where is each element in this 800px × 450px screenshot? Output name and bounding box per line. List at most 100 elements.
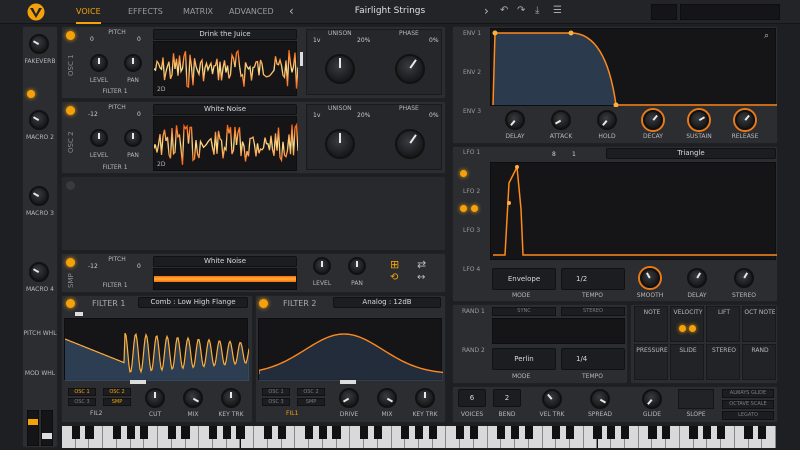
tab-effects[interactable]: EFFECTS bbox=[128, 7, 163, 16]
filter2-mix-knob[interactable] bbox=[377, 388, 397, 408]
filter2-src-osc3[interactable]: OSC 3 bbox=[262, 398, 290, 406]
loop-icon[interactable]: ⟲ bbox=[390, 272, 398, 283]
piano-black-key[interactable] bbox=[620, 426, 630, 439]
env-tab-2[interactable]: ENV 2 bbox=[463, 69, 481, 76]
spread-knob[interactable] bbox=[590, 389, 610, 409]
env-sustain-knob[interactable] bbox=[689, 110, 709, 130]
osc1-unison-knob[interactable] bbox=[325, 54, 355, 84]
redo-icon[interactable]: ↷ bbox=[517, 5, 525, 16]
filter2-cutoff-slider[interactable] bbox=[340, 380, 356, 384]
piano-black-key[interactable] bbox=[716, 426, 726, 439]
piano-black-key[interactable] bbox=[607, 426, 616, 439]
lfo-sync-a[interactable]: 8 bbox=[552, 151, 556, 158]
smp-pitch-octave[interactable]: -12 bbox=[88, 263, 98, 270]
filter1-cutoff-knob[interactable] bbox=[145, 388, 165, 408]
env-tab-1[interactable]: ENV 1 bbox=[463, 30, 481, 37]
piano-black-key[interactable] bbox=[181, 426, 190, 439]
smp-power-toggle[interactable] bbox=[66, 258, 75, 267]
env-hold-knob[interactable] bbox=[597, 110, 617, 130]
filter1-src-smp[interactable]: SMP bbox=[103, 398, 131, 406]
filter1-cutoff-slider[interactable] bbox=[130, 380, 146, 384]
rand-tempo-selector[interactable]: 1/4 bbox=[561, 348, 625, 370]
legato-toggle[interactable]: LEGATO bbox=[722, 411, 774, 420]
lfo-sync-b[interactable]: 1 bbox=[572, 151, 576, 158]
modsrc-lift[interactable]: LIFT bbox=[706, 306, 740, 342]
osc1-mode-label[interactable]: 2D bbox=[157, 86, 165, 93]
osc2-unison-pct[interactable]: 20% bbox=[357, 112, 370, 119]
filter2-src-smp[interactable]: SMP bbox=[297, 398, 325, 406]
osc2-phase-knob[interactable] bbox=[395, 129, 425, 159]
smp-pitch-semitone[interactable]: 0 bbox=[137, 263, 141, 270]
macro-6-label[interactable]: MOD WHL bbox=[22, 370, 58, 377]
modsrc-oct-note[interactable]: OCT NOTE bbox=[742, 306, 776, 342]
piano-black-key[interactable] bbox=[140, 426, 149, 439]
osc1-phase-knob[interactable] bbox=[395, 54, 425, 84]
piano-black-key[interactable] bbox=[552, 426, 561, 439]
piano-black-key[interactable] bbox=[401, 426, 410, 439]
modsrc-note[interactable]: NOTE bbox=[634, 306, 668, 342]
env-zoom-icon[interactable]: ⌕ bbox=[764, 31, 769, 41]
smp-filter-route[interactable]: FILTER 1 bbox=[95, 282, 135, 289]
filter1-blend-slider[interactable] bbox=[75, 312, 83, 316]
piano-black-key[interactable] bbox=[305, 426, 314, 439]
osc2-wave-selector[interactable]: White Noise bbox=[153, 104, 297, 115]
osc2-phase-pct[interactable]: 0% bbox=[429, 112, 439, 119]
vital-logo-icon[interactable] bbox=[26, 3, 46, 21]
filter1-src-osc3[interactable]: OSC 3 bbox=[68, 398, 96, 406]
piano-black-key[interactable] bbox=[428, 426, 437, 439]
modsrc-stereo[interactable]: STEREO bbox=[706, 344, 740, 380]
osc2-unison-knob[interactable] bbox=[325, 129, 355, 159]
filter2-src-osc2[interactable]: OSC 2 bbox=[297, 388, 325, 396]
macro-2-knob[interactable] bbox=[29, 110, 49, 130]
pitch-wheel[interactable] bbox=[27, 410, 39, 446]
env-attack-knob[interactable] bbox=[551, 110, 571, 130]
macro-1-label[interactable]: FAKEVERB bbox=[22, 58, 58, 65]
piano-black-key[interactable] bbox=[126, 426, 135, 439]
keytrack-icon[interactable]: ⊞ bbox=[390, 258, 399, 271]
tab-matrix[interactable]: MATRIX bbox=[183, 7, 213, 16]
menu-icon[interactable]: ☰ bbox=[553, 5, 562, 16]
piano-black-key[interactable] bbox=[359, 426, 369, 439]
osc2-filter-route[interactable]: FILTER 1 bbox=[95, 164, 135, 171]
macro-4-knob[interactable] bbox=[29, 262, 49, 282]
filter1-keytrk-knob[interactable] bbox=[221, 388, 241, 408]
rand-stereo-button[interactable]: STEREO bbox=[561, 307, 625, 316]
piano-black-key[interactable] bbox=[703, 426, 712, 439]
rand-sync-button[interactable]: SYNC bbox=[492, 307, 556, 316]
filter2-response-display[interactable] bbox=[258, 318, 444, 381]
osc1-level-knob[interactable] bbox=[90, 54, 108, 72]
macro-3-label[interactable]: MACRO 3 bbox=[22, 210, 58, 217]
osc2-level-knob[interactable] bbox=[90, 129, 108, 147]
piano-black-key[interactable] bbox=[648, 426, 657, 439]
macro-3-knob[interactable] bbox=[29, 186, 49, 206]
piano-black-key[interactable] bbox=[524, 426, 533, 439]
veltrk-knob[interactable] bbox=[542, 389, 562, 409]
undo-icon[interactable]: ↶ bbox=[500, 5, 508, 16]
piano-black-key[interactable] bbox=[85, 426, 94, 439]
envelope-display[interactable] bbox=[490, 28, 777, 108]
rand-tab-2[interactable]: RAND 2 bbox=[462, 347, 485, 354]
osc2-pitch-semitone[interactable]: 0 bbox=[137, 111, 141, 118]
lfo-delay-knob[interactable] bbox=[687, 268, 707, 288]
piano-black-key[interactable] bbox=[167, 426, 176, 439]
piano-black-key[interactable] bbox=[236, 426, 245, 439]
macro-4-label[interactable]: MACRO 4 bbox=[22, 286, 58, 293]
filter2-power-toggle[interactable] bbox=[259, 299, 268, 308]
osc2-power-toggle[interactable] bbox=[66, 106, 75, 115]
bounce-icon[interactable]: ↔ bbox=[417, 272, 425, 283]
lfo-mode-selector[interactable]: Envelope bbox=[492, 268, 556, 290]
osc1-wave-selector[interactable]: Drink the Juice bbox=[153, 29, 297, 40]
filter2-drive-knob[interactable] bbox=[339, 388, 359, 408]
osc3-power-toggle[interactable] bbox=[66, 181, 75, 190]
osc2-pitch-octave[interactable]: -12 bbox=[88, 111, 98, 118]
piano-black-key[interactable] bbox=[744, 426, 753, 439]
rand-tab-1[interactable]: RAND 1 bbox=[462, 308, 485, 315]
piano-black-key[interactable] bbox=[689, 426, 698, 439]
piano-black-key[interactable] bbox=[222, 426, 231, 439]
lfo-tab-4[interactable]: LFO 4 bbox=[463, 266, 480, 273]
env-release-knob[interactable] bbox=[735, 110, 755, 130]
save-icon[interactable]: ⤓ bbox=[535, 5, 539, 16]
smp-pan-knob[interactable] bbox=[348, 257, 366, 275]
tab-voice[interactable]: VOICE bbox=[76, 7, 101, 24]
piano-black-key[interactable] bbox=[112, 426, 122, 439]
